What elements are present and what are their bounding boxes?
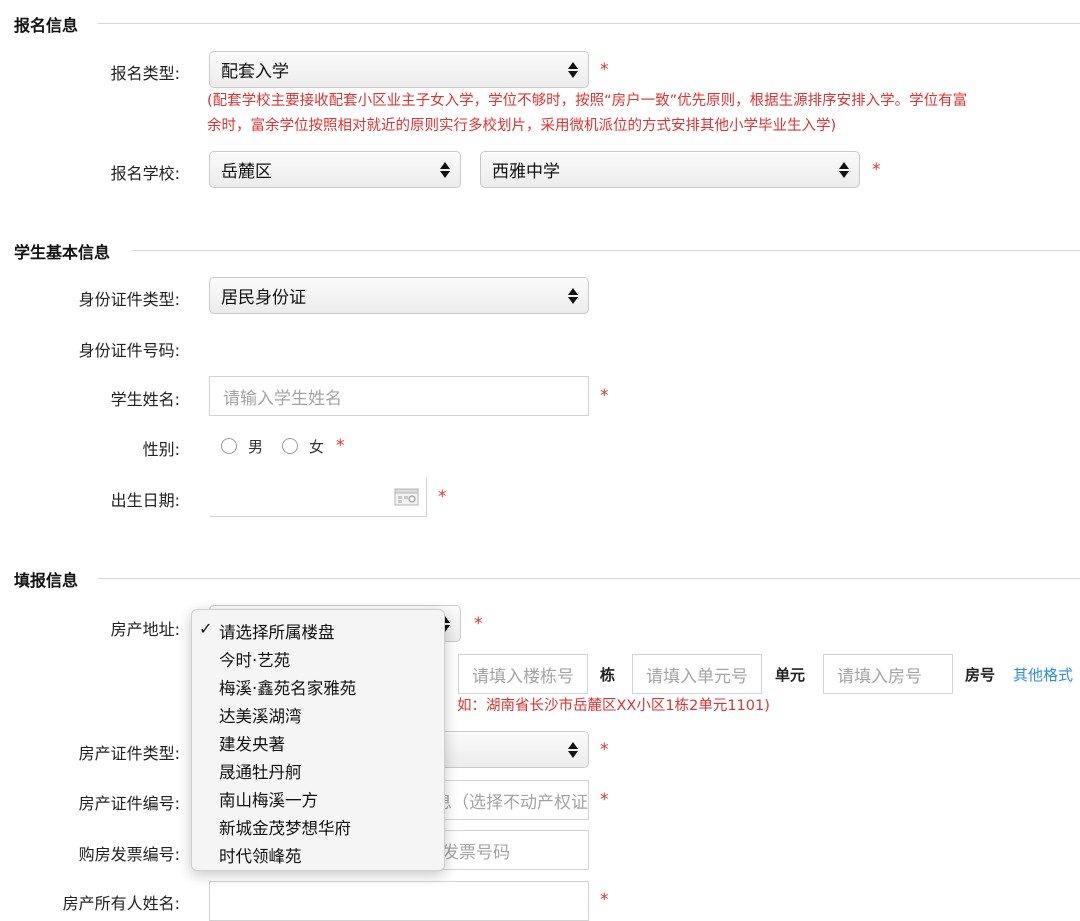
estate-option[interactable]: 达美溪湖湾 xyxy=(219,703,302,727)
invoice-number-label: 购房发票编号: xyxy=(78,845,180,864)
id-type-select[interactable]: 居民身份证 xyxy=(209,277,589,314)
estate-option[interactable]: 建发央著 xyxy=(219,731,285,755)
required-mark: * xyxy=(336,436,345,456)
updown-chevron-icon xyxy=(566,285,580,307)
room-suffix: 房号 xyxy=(965,666,996,684)
owner-name-input[interactable] xyxy=(209,881,589,921)
estate-option[interactable]: 新城金茂梦想华府 xyxy=(219,815,351,839)
section-divider xyxy=(132,250,1080,251)
updown-chevron-icon xyxy=(566,739,580,761)
gender-male-label: 男 xyxy=(248,438,264,456)
required-mark: * xyxy=(438,487,447,507)
updown-chevron-icon xyxy=(837,159,851,181)
section-divider xyxy=(98,578,1080,579)
building-number-input[interactable]: 请填入楼栋号 xyxy=(458,654,588,694)
note-line-2: 余时，富余学位按照相对就近的原则实行多校划片，采用微机派位的方式安排其他小学毕业… xyxy=(207,118,837,134)
required-mark: * xyxy=(600,740,609,760)
cert-number-label: 房产证件编号: xyxy=(78,794,180,813)
updown-chevron-icon xyxy=(438,159,452,181)
note-line-1: (配套学校主要接收配套小区业主子女入学，学位不够时，按照“房户一致”优先原则，根… xyxy=(207,93,968,109)
unit-suffix: 单元 xyxy=(775,666,806,684)
estate-option[interactable]: 南山梅溪一方 xyxy=(219,787,318,811)
required-mark: * xyxy=(600,386,609,406)
estate-dropdown-menu[interactable]: ✓ 请选择所属楼盘 今时·艺苑 梅溪·鑫苑名家雅苑 达美溪湖湾 建发央著 晟通牡… xyxy=(191,609,445,871)
student-name-input[interactable]: 请输入学生姓名 xyxy=(209,376,589,416)
required-mark: * xyxy=(872,160,881,180)
district-value: 岳麓区 xyxy=(221,162,272,182)
required-mark: * xyxy=(600,60,609,80)
room-number-input[interactable]: 请填入房号 xyxy=(823,654,953,694)
section-divider xyxy=(98,23,1080,24)
registration-type-label: 报名类型: xyxy=(110,64,180,83)
id-type-label: 身份证件类型: xyxy=(78,290,180,309)
gender-female-label: 女 xyxy=(309,438,325,456)
owner-name-label: 房产所有人姓名: xyxy=(62,894,180,913)
required-mark: * xyxy=(474,614,483,634)
address-example-note: 如：湖南省长沙市岳麓区XX小区1栋2单元1101) xyxy=(457,698,770,714)
school-select[interactable]: 西雅中学 xyxy=(480,151,860,188)
unit-number-input[interactable]: 请填入单元号 xyxy=(632,654,762,694)
invoice-number-placeholder: 发票号码 xyxy=(442,842,510,863)
cert-number-placeholder: 息（选择不动产权证 xyxy=(435,792,588,813)
section-title-student: 学生基本信息 xyxy=(14,243,111,262)
calendar-icon[interactable] xyxy=(394,487,420,507)
estate-option[interactable]: 今时·艺苑 xyxy=(219,647,290,671)
estate-option[interactable]: 请选择所属楼盘 xyxy=(219,619,335,643)
birth-date-label: 出生日期: xyxy=(110,491,180,510)
id-type-value: 居民身份证 xyxy=(221,288,306,308)
registration-type-note: (配套学校主要接收配套小区业主子女入学，学位不够时，按照“房户一致”优先原则，根… xyxy=(207,89,1037,139)
school-value: 西雅中学 xyxy=(492,162,560,182)
estate-option[interactable]: 晟通牡丹舸 xyxy=(219,759,302,783)
registration-school-label: 报名学校: xyxy=(110,164,180,183)
unit-number-placeholder: 请填入单元号 xyxy=(646,666,748,687)
section-title-fill: 填报信息 xyxy=(14,571,79,590)
id-number-value xyxy=(209,330,589,364)
id-number-label: 身份证件号码: xyxy=(78,341,180,360)
room-number-placeholder: 请填入房号 xyxy=(837,666,922,687)
required-mark: * xyxy=(600,790,609,810)
updown-chevron-icon xyxy=(566,59,580,81)
section-title-registration: 报名信息 xyxy=(14,16,79,35)
building-suffix: 栋 xyxy=(600,666,616,684)
gender-label: 性别: xyxy=(142,440,180,459)
gender-male-radio[interactable] xyxy=(221,438,237,454)
student-name-label: 学生姓名: xyxy=(110,390,180,409)
building-number-placeholder: 请填入楼栋号 xyxy=(472,666,574,687)
registration-type-select[interactable]: 配套入学 xyxy=(209,51,589,88)
registration-type-value: 配套入学 xyxy=(221,62,289,82)
district-select[interactable]: 岳麓区 xyxy=(209,151,461,188)
gender-female-radio[interactable] xyxy=(282,438,298,454)
property-address-label: 房产地址: xyxy=(110,620,180,639)
cert-type-label: 房产证件类型: xyxy=(78,744,180,763)
checkmark-icon: ✓ xyxy=(199,619,213,638)
other-format-link[interactable]: 其他格式 xyxy=(1013,664,1073,685)
estate-option[interactable]: 时代领峰苑 xyxy=(219,843,302,867)
required-mark: * xyxy=(600,890,609,910)
student-name-placeholder: 请输入学生姓名 xyxy=(223,388,342,409)
estate-option[interactable]: 梅溪·鑫苑名家雅苑 xyxy=(219,675,356,699)
